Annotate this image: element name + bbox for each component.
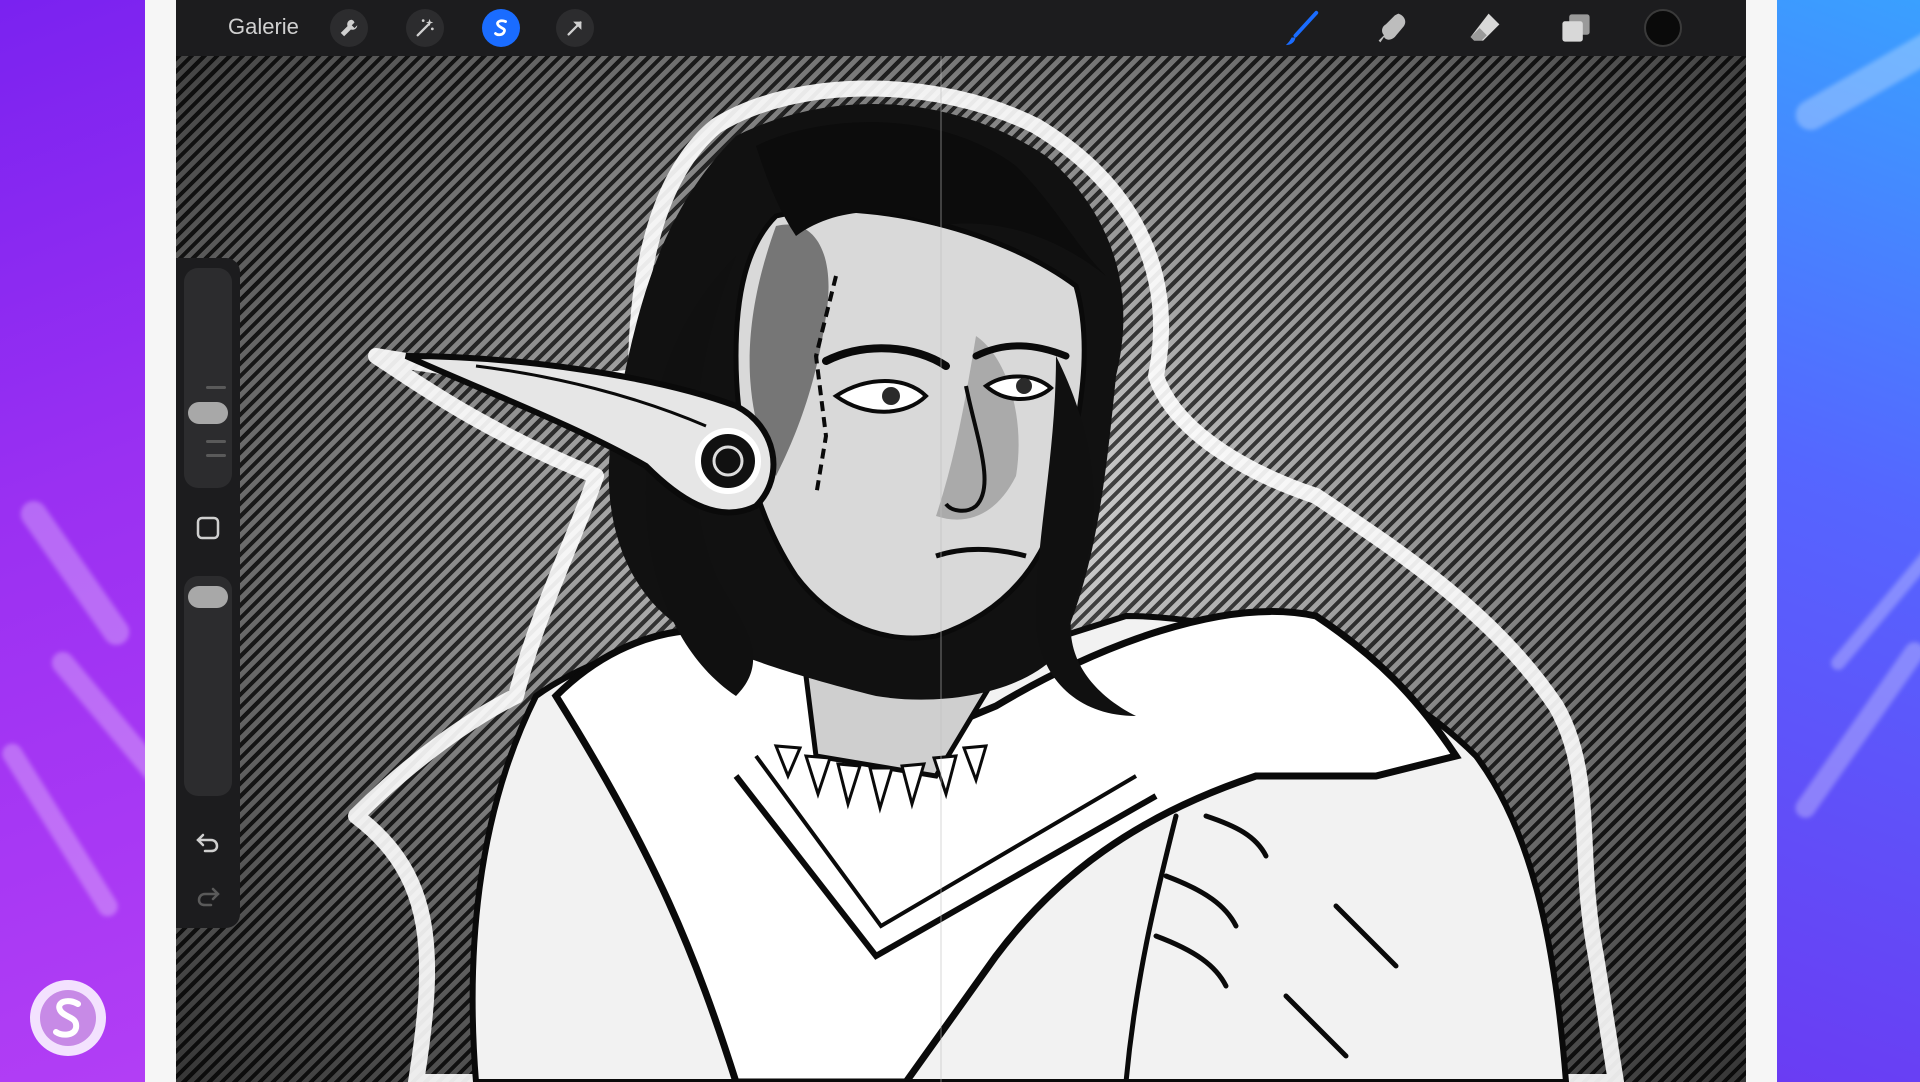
decorative-stroke [1791, 638, 1920, 822]
top-toolbar: Galerie [176, 0, 1746, 56]
side-toolbar [176, 258, 240, 928]
wrench-icon[interactable] [330, 9, 368, 47]
layers-icon[interactable] [1556, 8, 1596, 48]
slider-tick [206, 386, 226, 389]
right-background-panel [1775, 0, 1920, 1082]
decorative-stroke [1790, 14, 1920, 136]
selection-s-icon[interactable] [482, 9, 520, 47]
transform-arrow-icon[interactable] [556, 9, 594, 47]
left-background-panel [0, 0, 145, 1082]
decorative-stroke [15, 495, 135, 651]
decorative-stroke [0, 739, 122, 921]
opacity-thumb[interactable] [188, 586, 228, 608]
color-picker-button[interactable] [1644, 9, 1682, 47]
eraser-icon[interactable] [1465, 8, 1505, 48]
smudge-icon[interactable] [1373, 8, 1413, 48]
brush-icon[interactable] [1283, 8, 1323, 48]
brand-s-logo-icon [30, 980, 106, 1056]
modify-square-icon[interactable] [194, 514, 222, 542]
gallery-button[interactable]: Galerie [228, 14, 299, 40]
elf-character-artwork [348, 56, 1624, 1082]
redo-icon[interactable] [194, 882, 222, 910]
brush-size-slider[interactable] [184, 268, 232, 488]
opacity-slider[interactable] [184, 576, 232, 796]
undo-icon[interactable] [194, 828, 222, 856]
slider-tick [206, 440, 226, 443]
decorative-stroke [47, 647, 145, 815]
magic-wand-icon[interactable] [406, 9, 444, 47]
brush-size-thumb[interactable] [188, 402, 228, 424]
slider-tick [206, 454, 226, 457]
drawing-canvas[interactable] [176, 56, 1746, 1082]
